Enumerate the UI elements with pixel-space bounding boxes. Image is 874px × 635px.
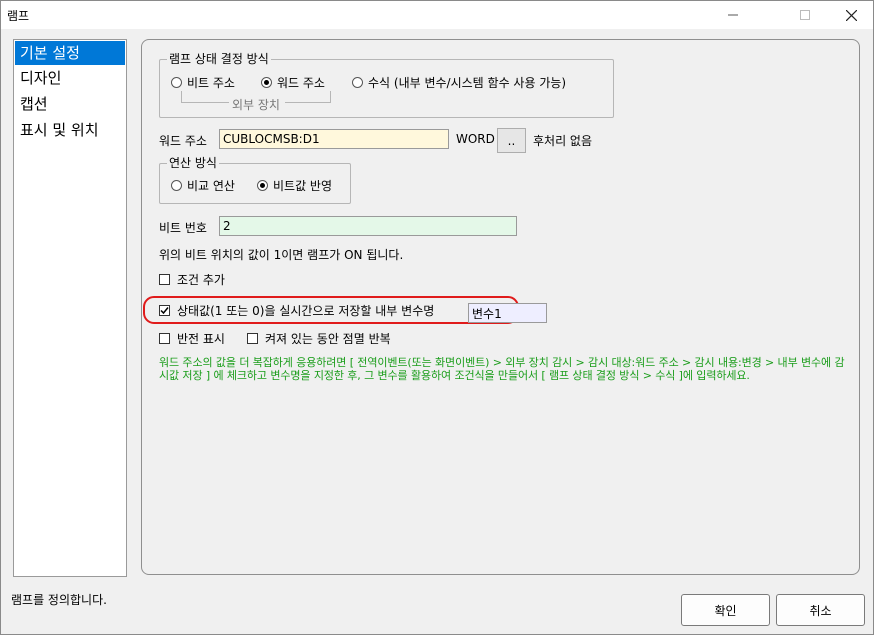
bit-number-label: 비트 번호: [159, 221, 207, 235]
radio-circle: [171, 76, 182, 88]
nav-item-design[interactable]: 디자인: [15, 66, 125, 90]
bit-note: 위의 비트 위치의 값이 1이면 램프가 ON 됩니다.: [159, 248, 404, 262]
invert-display-checkbox[interactable]: 반전 표시: [159, 330, 225, 346]
cancel-button[interactable]: 취소: [776, 594, 865, 626]
radio-circle: [352, 76, 363, 88]
word-address-input[interactable]: [219, 129, 449, 149]
lamp-mode-group-label: 램프 상태 결정 방식: [167, 52, 271, 66]
maximize-button[interactable]: [785, 1, 825, 29]
help-text: 워드 주소의 값을 더 복잡하게 응용하려면 [ 전역이벤트(또는 화면이벤트)…: [159, 356, 845, 382]
radio-bit-address-label: 비트 주소: [187, 75, 235, 90]
radio-compare-operation[interactable]: 비교 연산: [171, 177, 235, 193]
checkmark-icon: [160, 306, 169, 314]
radio-word-address-label: 워드 주소: [277, 75, 325, 90]
minimize-button[interactable]: [713, 1, 753, 29]
lamp-dialog: 램프 기본 설정 디자인 캡션 표시 및 위치 램프 상태 결정 방식 비트 주…: [0, 0, 874, 635]
radio-compare-operation-label: 비교 연산: [187, 178, 235, 193]
ok-button[interactable]: 확인: [681, 594, 770, 626]
word-address-browse-button[interactable]: ..: [497, 128, 526, 153]
add-condition-label: 조건 추가: [177, 272, 225, 287]
bit-number-input[interactable]: [219, 216, 517, 236]
window-title: 램프: [7, 9, 30, 23]
blink-checkbox[interactable]: 켜져 있는 동안 점멸 반복: [247, 330, 391, 346]
nav-item-caption[interactable]: 캡션: [15, 92, 125, 116]
invert-display-label: 반전 표시: [177, 331, 225, 346]
radio-circle-selected: [261, 76, 272, 88]
checkbox-box: [159, 332, 170, 344]
word-unit-label: WORD: [456, 132, 495, 146]
variable-name-input[interactable]: [468, 303, 547, 323]
nav-item-display-position[interactable]: 표시 및 위치: [15, 118, 125, 142]
blink-label: 켜져 있는 동안 점멸 반복: [265, 331, 391, 346]
radio-formula-label: 수식 (내부 변수/시스템 함수 사용 가능): [368, 75, 567, 90]
save-state-checkbox[interactable]: 상태값(1 또는 0)을 실시간으로 저장할 내부 변수명: [159, 302, 434, 318]
post-process-label: 후처리 없음: [533, 134, 593, 148]
external-device-bracket-left: [181, 91, 229, 103]
radio-circle-selected: [257, 179, 268, 191]
radio-formula[interactable]: 수식 (내부 변수/시스템 함수 사용 가능): [352, 74, 566, 90]
radio-bit-value[interactable]: 비트값 반영: [257, 177, 332, 193]
maximize-icon: [800, 10, 810, 20]
radio-circle: [171, 179, 182, 191]
nav-item-basic-settings[interactable]: 기본 설정: [15, 41, 125, 65]
radio-bit-value-label: 비트값 반영: [273, 178, 333, 193]
radio-word-address[interactable]: 워드 주소: [261, 74, 325, 90]
external-device-bracket-right: [285, 91, 331, 103]
minimize-icon: [728, 14, 738, 16]
operation-group-label: 연산 방식: [167, 156, 219, 170]
close-button[interactable]: [831, 1, 871, 29]
close-icon: [845, 9, 857, 21]
checkbox-box: [159, 273, 170, 285]
title-bar: 램프: [1, 1, 873, 29]
checkbox-box: [247, 332, 258, 344]
checkbox-box-checked: [159, 304, 170, 316]
external-device-label: 외부 장치: [232, 98, 280, 112]
word-address-label: 워드 주소: [159, 134, 207, 148]
save-state-label: 상태값(1 또는 0)을 실시간으로 저장할 내부 변수명: [177, 303, 435, 318]
add-condition-checkbox[interactable]: 조건 추가: [159, 271, 225, 287]
radio-bit-address[interactable]: 비트 주소: [171, 74, 235, 90]
status-text: 램프를 정의합니다.: [11, 593, 107, 607]
settings-nav: 기본 설정 디자인 캡션 표시 및 위치: [13, 39, 127, 577]
